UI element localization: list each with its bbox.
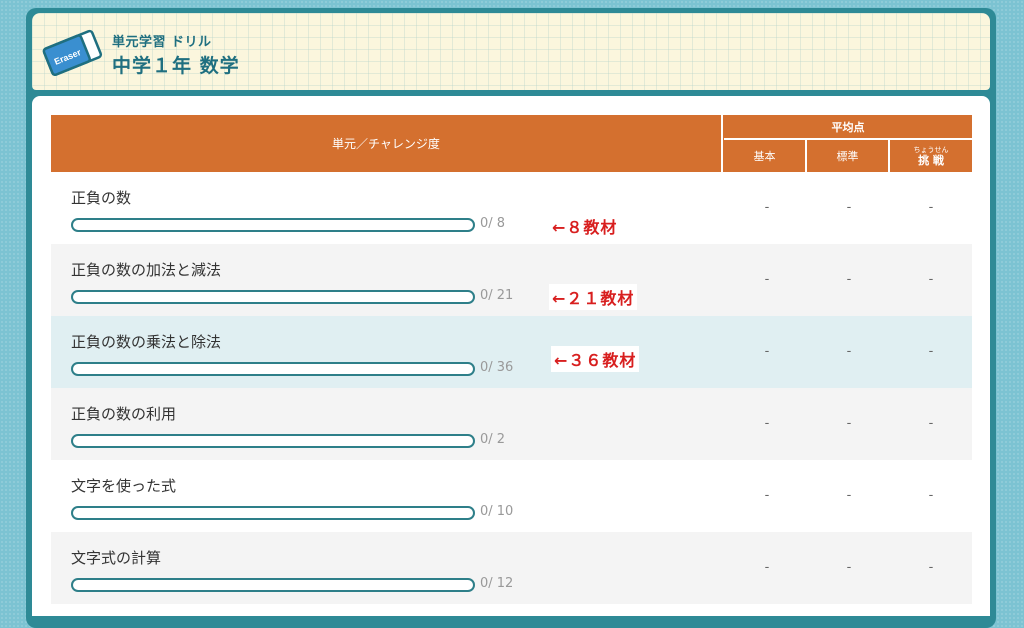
progress-count: 0/ 8 [480,216,506,231]
progress-bar [71,578,475,592]
challenge-score: - [928,344,934,359]
header-unit: 単元／チャレンジ度 [51,115,723,172]
unit-name[interactable]: 文字式の計算 [71,547,161,568]
annotation-note: ←８教材 [549,213,621,239]
progress-bar [71,290,475,304]
challenge-score: - [928,200,934,215]
basic-score: - [764,416,770,431]
page-title: 中学１年 数学 [112,55,240,77]
standard-score: - [846,272,852,287]
unit-list: 正負の数 0/ 8 - - - 正負の数の加法と減法 0/ 21 - - - 正… [51,172,972,604]
unit-name[interactable]: 正負の数の乗法と除法 [71,331,221,352]
progress-bar [71,218,475,232]
header-standard: 標準 [807,140,890,172]
header-basic: 基本 [724,140,807,172]
unit-name[interactable]: 文字を使った式 [71,475,176,496]
header-average: 平均点 [724,115,972,140]
annotation-note: ←２１教材 [549,284,638,310]
challenge-score: - [928,488,934,503]
table-row[interactable]: 正負の数の加法と減法 0/ 21 - - - [51,244,972,316]
progress-bar [71,434,475,448]
table-row[interactable]: 正負の数 0/ 8 - - - [51,172,972,244]
table-row[interactable]: 文字式の計算 0/ 12 - - - [51,532,972,604]
challenge-score: - [928,416,934,431]
basic-score: - [764,560,770,575]
page-header: Eraser 単元学習 ドリル 中学１年 数学 [32,13,990,90]
challenge-score: - [928,272,934,287]
header-challenge-label: 挑 戦 [918,153,944,167]
header-challenge: ちょうせん 挑 戦 [890,140,972,172]
unit-name[interactable]: 正負の数 [71,187,131,208]
progress-bar [71,362,475,376]
standard-score: - [846,560,852,575]
basic-score: - [764,344,770,359]
progress-count: 0/ 2 [480,432,506,447]
basic-score: - [764,200,770,215]
basic-score: - [764,272,770,287]
progress-count: 0/ 36 [480,360,514,375]
table-row[interactable]: 文字を使った式 0/ 10 - - - [51,460,972,532]
header-challenge-ruby: ちょうせん [913,145,949,154]
progress-bar [71,506,475,520]
progress-count: 0/ 10 [480,504,514,519]
eraser-logo-icon: Eraser [42,29,103,76]
standard-score: - [846,344,852,359]
page-subtitle: 単元学習 ドリル [112,35,212,50]
table-row[interactable]: 正負の数の乗法と除法 0/ 36 - - - [51,316,972,388]
annotation-note: ←３６教材 [551,346,640,372]
basic-score: - [764,488,770,503]
standard-score: - [846,200,852,215]
standard-score: - [846,416,852,431]
unit-name[interactable]: 正負の数の加法と減法 [71,259,221,280]
table-header: 単元／チャレンジ度 平均点 基本 標準 ちょうせん 挑 戦 [51,115,972,172]
table-row[interactable]: 正負の数の利用 0/ 2 - - - [51,388,972,460]
progress-count: 0/ 12 [480,576,514,591]
challenge-score: - [928,560,934,575]
unit-name[interactable]: 正負の数の利用 [71,403,176,424]
progress-count: 0/ 21 [480,288,514,303]
standard-score: - [846,488,852,503]
